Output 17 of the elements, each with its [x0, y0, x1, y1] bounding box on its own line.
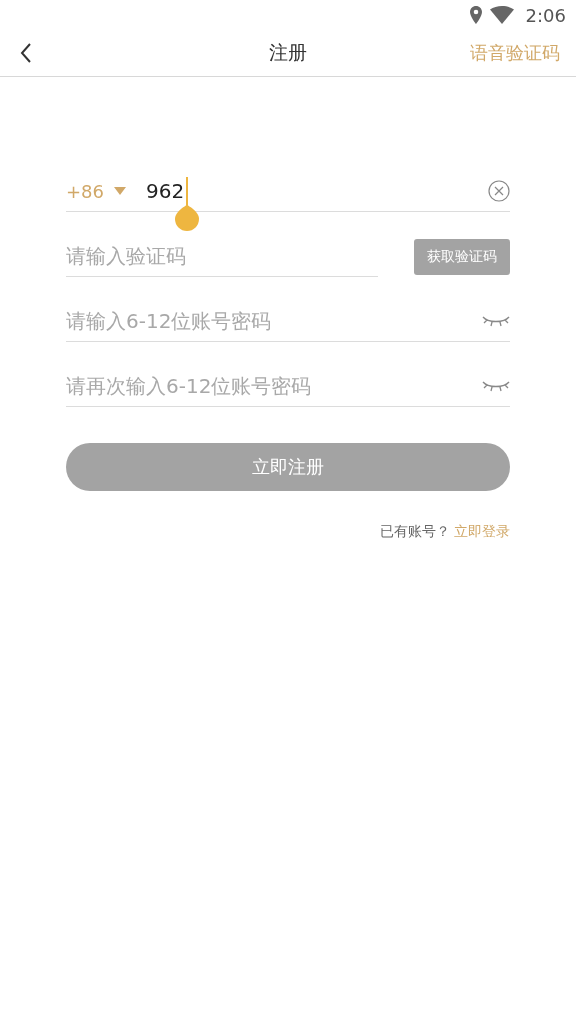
- password-field[interactable]: 请输入6-12位账号密码: [66, 301, 482, 341]
- country-code-selector[interactable]: +86: [66, 180, 146, 202]
- phone-field[interactable]: 962: [146, 179, 185, 203]
- password-field[interactable]: 请再次输入6-12位账号密码: [66, 366, 482, 406]
- page-title: 注册: [269, 40, 307, 65]
- login-link[interactable]: 立即登录: [454, 523, 510, 541]
- wifi-icon: [489, 6, 514, 24]
- dropdown-icon: [114, 187, 126, 195]
- clear-icon[interactable]: [488, 180, 510, 202]
- closed-eye-icon[interactable]: [482, 314, 510, 328]
- account-prompt: 已有账号？: [380, 523, 450, 541]
- closed-eye-icon[interactable]: [482, 379, 510, 393]
- status-time: 2:06: [525, 4, 566, 26]
- voice-code-link[interactable]: 语音验证码: [470, 41, 560, 65]
- code-field[interactable]: 请输入验证码: [66, 236, 378, 277]
- location-icon: [469, 6, 482, 24]
- back-icon[interactable]: [20, 42, 32, 64]
